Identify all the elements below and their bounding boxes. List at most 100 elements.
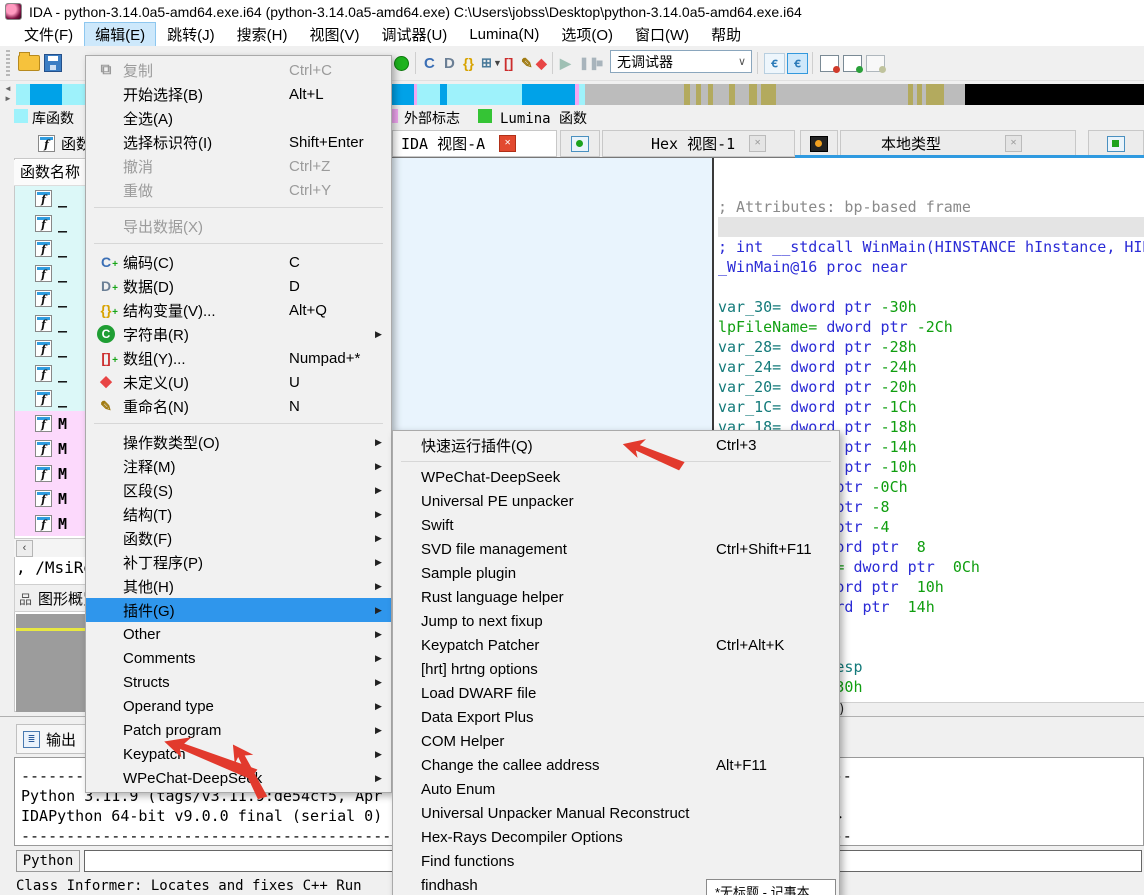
- menu-item-shortcut: Alt+L: [289, 85, 324, 103]
- submenu-item[interactable]: Find functions: [393, 849, 839, 873]
- tab-local-types[interactable]: 本地类型 ✕: [840, 130, 1076, 157]
- open-file-button[interactable]: [18, 52, 40, 73]
- menu-item[interactable]: 全选(A): [86, 106, 391, 130]
- submenu-item[interactable]: Universal Unpacker Manual Reconstruct: [393, 801, 839, 825]
- tab-output[interactable]: ≣ 输出: [16, 724, 90, 754]
- submenu-item[interactable]: 快速运行插件(Q) Ctrl+3: [393, 433, 839, 457]
- tab-flag-icon[interactable]: [1088, 130, 1144, 157]
- struct-var-button[interactable]: {}: [463, 53, 474, 73]
- submenu-item[interactable]: Sample plugin: [393, 561, 839, 585]
- menu-item[interactable]: 导出数据(X): [86, 214, 391, 238]
- produce-c-file-button[interactable]: ꞓ: [787, 52, 808, 74]
- menu-item[interactable]: 区段(S) ▶: [86, 478, 391, 502]
- notepad-preview-popup[interactable]: *无标题 - 记事本: [706, 879, 836, 895]
- submenu-item[interactable]: Change the callee address Alt+F11: [393, 753, 839, 777]
- save-button[interactable]: [44, 53, 62, 73]
- submenu-item[interactable]: SVD file management Ctrl+Shift+F11: [393, 537, 839, 561]
- toolbar-separator: [812, 52, 813, 74]
- submenu-item[interactable]: Load DWARF file: [393, 681, 839, 705]
- menubar-item[interactable]: Lumina(N): [459, 25, 549, 44]
- toolbar-grip[interactable]: [6, 50, 10, 76]
- open-c-file-button[interactable]: ꞓ: [764, 52, 785, 74]
- submenu-item[interactable]: Universal PE unpacker: [393, 489, 839, 513]
- close-icon[interactable]: ✕: [749, 135, 767, 152]
- menu-item[interactable]: 补丁程序(P) ▶: [86, 550, 391, 574]
- menu-item[interactable]: 选择标识符(I) Shift+Enter: [86, 130, 391, 154]
- rename-button[interactable]: ✎: [521, 53, 533, 73]
- keyboard-ops-button[interactable]: ⊞: [481, 53, 492, 73]
- menubar-item[interactable]: 选项(O): [551, 23, 623, 46]
- close-icon[interactable]: ✕: [1005, 135, 1023, 152]
- submenu-item[interactable]: COM Helper: [393, 729, 839, 753]
- lumina-status-button[interactable]: [394, 53, 409, 73]
- menu-item[interactable]: 重做 Ctrl+Y: [86, 178, 391, 202]
- debugger-stop-button[interactable]: ■: [596, 53, 603, 73]
- make-array-button[interactable]: []: [504, 53, 513, 73]
- menubar-item[interactable]: 调试器(U): [371, 23, 457, 46]
- python-interpreter-button[interactable]: Python: [16, 850, 80, 872]
- menu-item[interactable]: [] 数组(Y)... Numpad+*: [86, 346, 391, 371]
- submenu-item-label: Universal PE unpacker: [421, 492, 574, 510]
- menubar-item[interactable]: 搜索(H): [227, 23, 298, 46]
- submenu-item[interactable]: [hrt] hrtng options: [393, 657, 839, 681]
- menu-item[interactable]: ✎ 重命名(N) N: [86, 394, 391, 418]
- menu-item[interactable]: Operand type ▶: [86, 694, 391, 718]
- window-panel-icon: [866, 54, 886, 73]
- tab-clock-icon[interactable]: [800, 130, 838, 157]
- title-bar[interactable]: IDA - python-3.14.0a5-amd64.exe.i64 (pyt…: [0, 0, 1144, 23]
- menu-item[interactable]: ⧉ 复制 Ctrl+C: [86, 58, 391, 82]
- menu-item[interactable]: C 编码(C) C: [86, 250, 391, 275]
- submenu-item[interactable]: Rust language helper: [393, 585, 839, 609]
- function-icon: [35, 315, 52, 332]
- menu-item[interactable]: Structs ▶: [86, 670, 391, 694]
- code-token: dword ptr: [790, 378, 881, 396]
- menu-item[interactable]: Other ▶: [86, 622, 391, 646]
- submenu-item[interactable]: Keypatch Patcher Ctrl+Alt+K: [393, 633, 839, 657]
- menubar-item[interactable]: 编辑(E): [84, 22, 157, 47]
- menu-item-label: 字符串(R): [123, 326, 189, 344]
- menu-item[interactable]: C 字符串(R) ▶: [86, 322, 391, 346]
- windows-list-button[interactable]: [820, 53, 840, 73]
- menu-item[interactable]: {} 结构变量(V)... Alt+Q: [86, 298, 391, 323]
- undefine-button[interactable]: ◆: [536, 53, 547, 73]
- submenu-item[interactable]: Swift: [393, 513, 839, 537]
- menu-item[interactable]: 其他(H) ▶: [86, 574, 391, 598]
- function-name-fragment: M: [58, 439, 68, 458]
- tab-functions[interactable]: 函数: [18, 133, 91, 154]
- scroll-left-button[interactable]: ‹: [16, 540, 33, 557]
- menubar-item[interactable]: 视图(V): [299, 23, 369, 46]
- tab-hex-view-1[interactable]: Hex 视图-1 ✕: [602, 130, 795, 157]
- navband-arrows[interactable]: ◄ ►: [2, 84, 14, 105]
- menubar-item[interactable]: 窗口(W): [625, 23, 699, 46]
- submenu-item[interactable]: Auto Enum: [393, 777, 839, 801]
- menu-item[interactable]: 插件(G) ▶: [86, 598, 391, 622]
- menu-item[interactable]: ◆ 未定义(U) U: [86, 370, 391, 394]
- submenu-item[interactable]: Hex-Rays Decompiler Options: [393, 825, 839, 849]
- add-window-button[interactable]: [843, 53, 863, 73]
- tab-view-icon[interactable]: [560, 130, 600, 157]
- disassembly-line: var_28= dword ptr -28h: [718, 337, 1144, 357]
- menu-item[interactable]: 函数(F) ▶: [86, 526, 391, 550]
- dropdown-arrow-icon[interactable]: ▼: [493, 53, 502, 73]
- menu-item[interactable]: 开始选择(B) Alt+L: [86, 82, 391, 106]
- submenu-item[interactable]: Data Export Plus: [393, 705, 839, 729]
- submenu-item[interactable]: WPeChat-DeepSeek: [393, 465, 839, 489]
- debugger-select[interactable]: 无调试器 ∨: [610, 50, 752, 73]
- tab-ida-view-a[interactable]: IDA 视图-A ✕: [392, 130, 557, 157]
- menubar-item[interactable]: 帮助: [701, 23, 751, 46]
- menu-item[interactable]: Comments ▶: [86, 646, 391, 670]
- make-code-button[interactable]: C: [424, 53, 435, 73]
- legend-label: 库函数: [32, 111, 74, 127]
- menu-item[interactable]: 撤消 Ctrl+Z: [86, 154, 391, 178]
- menu-item[interactable]: D 数据(D) D: [86, 274, 391, 299]
- menubar-item[interactable]: 跳转(J): [157, 23, 225, 46]
- menubar-item[interactable]: 文件(F): [14, 23, 83, 46]
- menu-item[interactable]: 注释(M) ▶: [86, 454, 391, 478]
- make-data-button[interactable]: D: [444, 53, 455, 73]
- menu-item[interactable]: 结构(T) ▶: [86, 502, 391, 526]
- submenu-item[interactable]: Jump to next fixup: [393, 609, 839, 633]
- close-icon[interactable]: ✕: [499, 135, 517, 152]
- menu-item[interactable]: 操作数类型(O) ▶: [86, 430, 391, 454]
- debugger-start-button[interactable]: ▶: [560, 53, 571, 73]
- del-window-button[interactable]: [866, 53, 886, 73]
